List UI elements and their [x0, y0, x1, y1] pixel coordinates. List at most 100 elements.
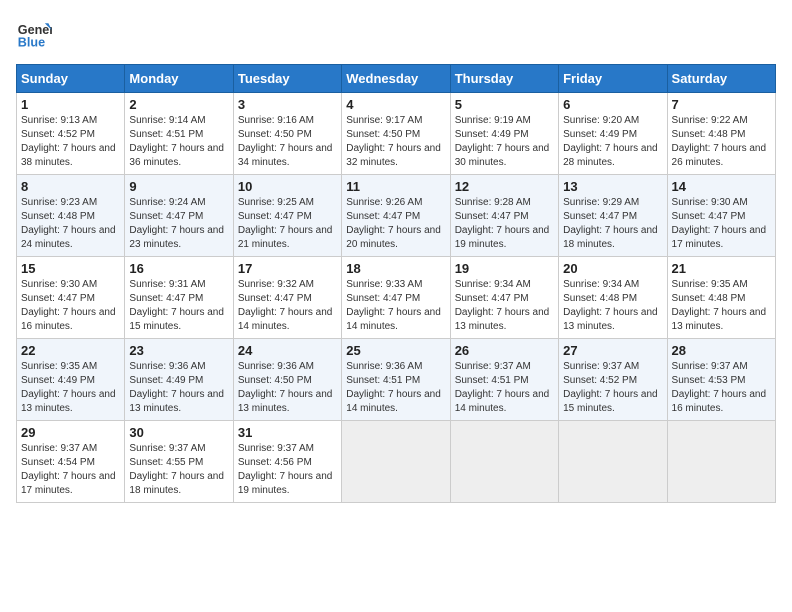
- day-cell-14: 14Sunrise: 9:30 AMSunset: 4:47 PMDayligh…: [667, 175, 775, 257]
- day-cell-27: 27Sunrise: 9:37 AMSunset: 4:52 PMDayligh…: [559, 339, 667, 421]
- column-header-wednesday: Wednesday: [342, 65, 450, 93]
- day-cell-7: 7 Sunrise: 9:22 AMSunset: 4:48 PMDaylight…: [667, 93, 775, 175]
- day-number: 22: [21, 343, 120, 358]
- day-info: Sunrise: 9:20 AMSunset: 4:49 PMDaylight:…: [563, 114, 662, 170]
- day-cell-28: 28 Sunrise: 9:37 AMSunset: 4:53 PMDayligh…: [667, 339, 775, 421]
- day-cell-18: 18 Sunrise: 9:33 AMSunset: 4:47 PMDayligh…: [342, 257, 450, 339]
- day-cell-25: 25 Sunrise: 9:36 AMSunset: 4:51 PMDayligh…: [342, 339, 450, 421]
- day-info: Sunrise: 9:16 AMSunset: 4:50 PMDaylight:…: [238, 114, 337, 170]
- page-header: General Blue: [16, 16, 776, 52]
- column-header-monday: Monday: [125, 65, 233, 93]
- day-number: 27: [563, 343, 662, 358]
- svg-text:Blue: Blue: [18, 36, 45, 50]
- day-cell-20: 20 Sunrise: 9:34 AMSunset: 4:48 PMDayligh…: [559, 257, 667, 339]
- day-number: 31: [238, 425, 337, 440]
- day-cell-19: 19 Sunrise: 9:34 AMSunset: 4:47 PMDayligh…: [450, 257, 558, 339]
- day-number: 21: [672, 261, 771, 276]
- day-cell-17: 17Sunrise: 9:32 AMSunset: 4:47 PMDayligh…: [233, 257, 341, 339]
- week-row-3: 15 Sunrise: 9:30 AMSunset: 4:47 PMDayligh…: [17, 257, 776, 339]
- week-row-1: 1Sunrise: 9:13 AMSunset: 4:52 PMDaylight…: [17, 93, 776, 175]
- day-number: 13: [563, 179, 662, 194]
- day-number: 1: [21, 97, 120, 112]
- day-number: 20: [563, 261, 662, 276]
- day-cell-23: 23Sunrise: 9:36 AMSunset: 4:49 PMDayligh…: [125, 339, 233, 421]
- day-number: 12: [455, 179, 554, 194]
- day-info: Sunrise: 9:37 AMSunset: 4:56 PMDaylight:…: [238, 442, 337, 498]
- empty-cell: [342, 421, 450, 503]
- day-cell-1: 1Sunrise: 9:13 AMSunset: 4:52 PMDaylight…: [17, 93, 125, 175]
- day-info: Sunrise: 9:34 AMSunset: 4:47 PMDaylight:…: [455, 278, 554, 334]
- day-number: 17: [238, 261, 337, 276]
- column-header-friday: Friday: [559, 65, 667, 93]
- day-info: Sunrise: 9:36 AMSunset: 4:51 PMDaylight:…: [346, 360, 445, 416]
- day-number: 2: [129, 97, 228, 112]
- day-number: 10: [238, 179, 337, 194]
- day-cell-29: 29 Sunrise: 9:37 AMSunset: 4:54 PMDayligh…: [17, 421, 125, 503]
- day-number: 19: [455, 261, 554, 276]
- day-info: Sunrise: 9:17 AMSunset: 4:50 PMDaylight:…: [346, 114, 445, 170]
- day-number: 14: [672, 179, 771, 194]
- day-number: 5: [455, 97, 554, 112]
- day-info: Sunrise: 9:34 AMSunset: 4:48 PMDaylight:…: [563, 278, 662, 334]
- logo-icon: General Blue: [16, 16, 52, 52]
- header-row: SundayMondayTuesdayWednesdayThursdayFrid…: [17, 65, 776, 93]
- day-info: Sunrise: 9:29 AMSunset: 4:47 PMDaylight:…: [563, 196, 662, 252]
- day-number: 28: [672, 343, 771, 358]
- day-info: Sunrise: 9:36 AMSunset: 4:49 PMDaylight:…: [129, 360, 228, 416]
- day-info: Sunrise: 9:37 AMSunset: 4:53 PMDaylight:…: [672, 360, 771, 416]
- day-cell-3: 3 Sunrise: 9:16 AMSunset: 4:50 PMDaylight…: [233, 93, 341, 175]
- day-info: Sunrise: 9:37 AMSunset: 4:54 PMDaylight:…: [21, 442, 120, 498]
- day-info: Sunrise: 9:37 AMSunset: 4:55 PMDaylight:…: [129, 442, 228, 498]
- column-header-tuesday: Tuesday: [233, 65, 341, 93]
- day-info: Sunrise: 9:31 AMSunset: 4:47 PMDaylight:…: [129, 278, 228, 334]
- day-cell-24: 24 Sunrise: 9:36 AMSunset: 4:50 PMDayligh…: [233, 339, 341, 421]
- day-number: 29: [21, 425, 120, 440]
- day-info: Sunrise: 9:28 AMSunset: 4:47 PMDaylight:…: [455, 196, 554, 252]
- day-info: Sunrise: 9:37 AMSunset: 4:51 PMDaylight:…: [455, 360, 554, 416]
- day-number: 9: [129, 179, 228, 194]
- day-info: Sunrise: 9:24 AMSunset: 4:47 PMDaylight:…: [129, 196, 228, 252]
- day-cell-22: 22Sunrise: 9:35 AMSunset: 4:49 PMDayligh…: [17, 339, 125, 421]
- day-info: Sunrise: 9:26 AMSunset: 4:47 PMDaylight:…: [346, 196, 445, 252]
- day-cell-26: 26 Sunrise: 9:37 AMSunset: 4:51 PMDayligh…: [450, 339, 558, 421]
- day-cell-11: 11 Sunrise: 9:26 AMSunset: 4:47 PMDayligh…: [342, 175, 450, 257]
- day-number: 15: [21, 261, 120, 276]
- day-info: Sunrise: 9:22 AMSunset: 4:48 PMDaylight:…: [672, 114, 771, 170]
- week-row-5: 29 Sunrise: 9:37 AMSunset: 4:54 PMDayligh…: [17, 421, 776, 503]
- day-info: Sunrise: 9:36 AMSunset: 4:50 PMDaylight:…: [238, 360, 337, 416]
- day-number: 16: [129, 261, 228, 276]
- day-info: Sunrise: 9:35 AMSunset: 4:48 PMDaylight:…: [672, 278, 771, 334]
- day-number: 3: [238, 97, 337, 112]
- day-info: Sunrise: 9:25 AMSunset: 4:47 PMDaylight:…: [238, 196, 337, 252]
- day-number: 11: [346, 179, 445, 194]
- day-cell-4: 4 Sunrise: 9:17 AMSunset: 4:50 PMDaylight…: [342, 93, 450, 175]
- column-header-sunday: Sunday: [17, 65, 125, 93]
- empty-cell: [559, 421, 667, 503]
- day-number: 25: [346, 343, 445, 358]
- week-row-4: 22Sunrise: 9:35 AMSunset: 4:49 PMDayligh…: [17, 339, 776, 421]
- day-info: Sunrise: 9:19 AMSunset: 4:49 PMDaylight:…: [455, 114, 554, 170]
- day-number: 18: [346, 261, 445, 276]
- day-info: Sunrise: 9:23 AMSunset: 4:48 PMDaylight:…: [21, 196, 120, 252]
- day-number: 7: [672, 97, 771, 112]
- day-number: 8: [21, 179, 120, 194]
- empty-cell: [450, 421, 558, 503]
- day-number: 30: [129, 425, 228, 440]
- day-cell-5: 5 Sunrise: 9:19 AMSunset: 4:49 PMDaylight…: [450, 93, 558, 175]
- day-number: 6: [563, 97, 662, 112]
- day-cell-9: 9 Sunrise: 9:24 AMSunset: 4:47 PMDaylight…: [125, 175, 233, 257]
- day-number: 26: [455, 343, 554, 358]
- empty-cell: [667, 421, 775, 503]
- day-cell-16: 16 Sunrise: 9:31 AMSunset: 4:47 PMDayligh…: [125, 257, 233, 339]
- day-info: Sunrise: 9:30 AMSunset: 4:47 PMDaylight:…: [21, 278, 120, 334]
- day-number: 24: [238, 343, 337, 358]
- week-row-2: 8 Sunrise: 9:23 AMSunset: 4:48 PMDaylight…: [17, 175, 776, 257]
- day-number: 4: [346, 97, 445, 112]
- day-cell-31: 31 Sunrise: 9:37 AMSunset: 4:56 PMDayligh…: [233, 421, 341, 503]
- day-cell-21: 21 Sunrise: 9:35 AMSunset: 4:48 PMDayligh…: [667, 257, 775, 339]
- column-header-thursday: Thursday: [450, 65, 558, 93]
- day-info: Sunrise: 9:33 AMSunset: 4:47 PMDaylight:…: [346, 278, 445, 334]
- day-cell-6: 6 Sunrise: 9:20 AMSunset: 4:49 PMDaylight…: [559, 93, 667, 175]
- day-cell-30: 30 Sunrise: 9:37 AMSunset: 4:55 PMDayligh…: [125, 421, 233, 503]
- day-cell-2: 2Sunrise: 9:14 AMSunset: 4:51 PMDaylight…: [125, 93, 233, 175]
